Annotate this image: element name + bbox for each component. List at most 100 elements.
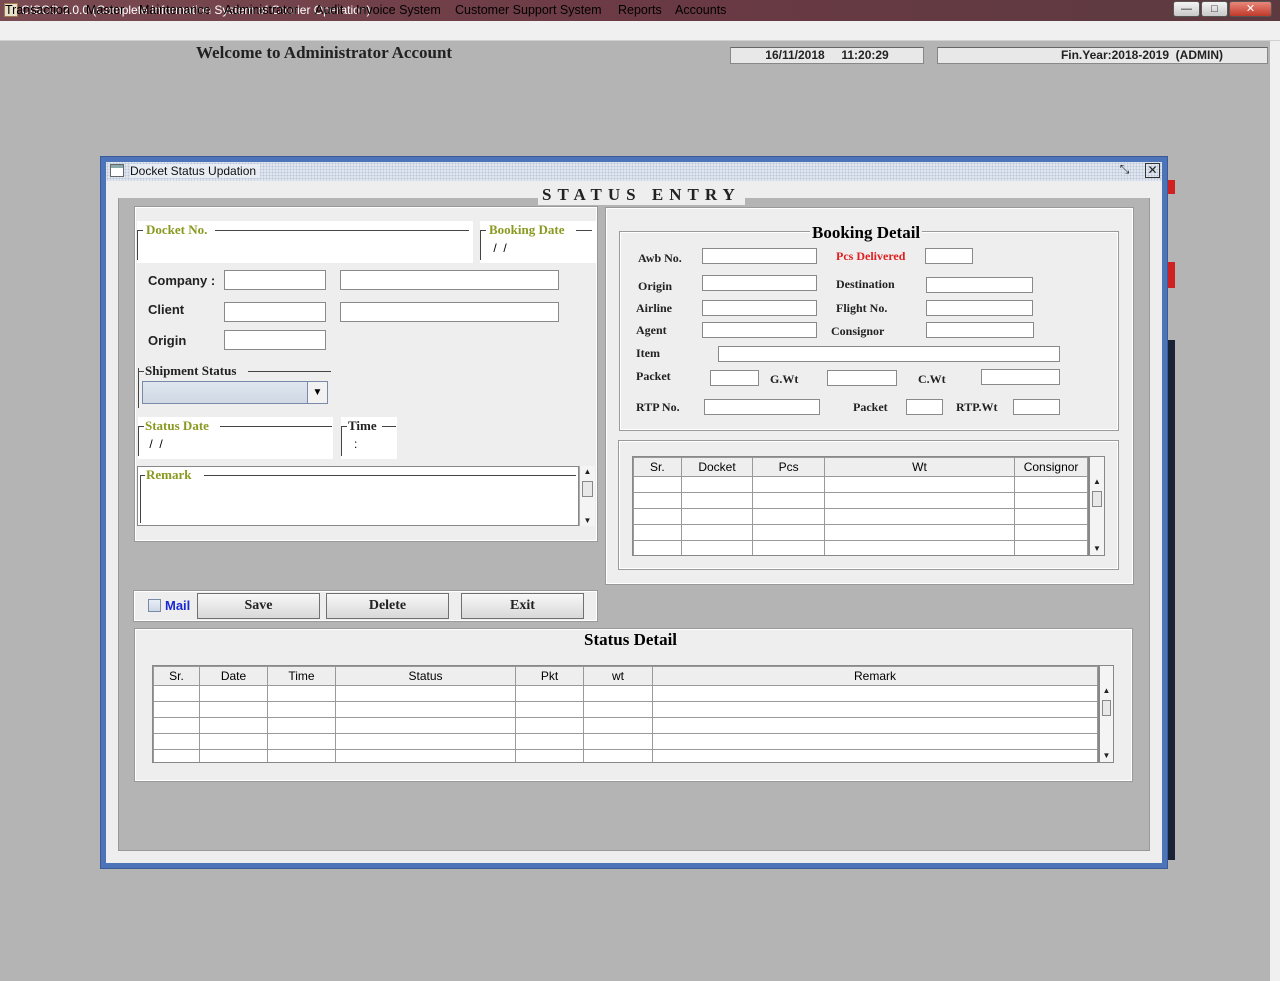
frame-close-icon[interactable]: ✕ (1145, 163, 1160, 178)
shipment-status-label: Shipment Status (145, 363, 237, 378)
minimize-button[interactable]: — (1173, 1, 1200, 17)
booking-date-label: Booking Date (489, 222, 565, 237)
cwt-input[interactable] (981, 369, 1060, 385)
origin-input[interactable] (224, 330, 326, 350)
docket-table: Sr. Docket Pcs Wt Consignor (632, 456, 1089, 556)
menu-accounts[interactable]: Accounts (675, 3, 726, 17)
table-row[interactable] (153, 701, 1098, 718)
col-time[interactable]: Time (267, 666, 336, 686)
background-window-strip (1168, 340, 1175, 860)
rtp-wt-input[interactable] (1013, 399, 1060, 415)
agent-label: Agent (636, 323, 667, 337)
col-pkt[interactable]: Pkt (515, 666, 584, 686)
remark-label: Remark (146, 467, 192, 482)
scroll-up-icon: ▲ (1102, 686, 1111, 695)
status-detail-title: Status Detail (584, 630, 678, 649)
menu-maintenance[interactable]: Maintenance (139, 3, 211, 17)
client-label: Client (148, 302, 185, 317)
status-date-label: Status Date (145, 418, 209, 433)
rtp-wt-label: RTP.Wt (956, 400, 998, 414)
client-code-input[interactable] (224, 302, 326, 322)
packet-input[interactable] (710, 370, 759, 386)
table-row[interactable] (633, 508, 1088, 525)
awb-no-input[interactable] (702, 248, 817, 264)
company-label: Company : (148, 273, 216, 288)
time-label: Time (348, 418, 377, 433)
table-row[interactable] (633, 492, 1088, 509)
table-row[interactable] (633, 476, 1088, 493)
col-docket[interactable]: Docket (680, 457, 754, 477)
menu-administrator[interactable]: Administrator (224, 3, 298, 17)
item-input[interactable] (718, 346, 1060, 362)
save-button[interactable]: Save (197, 593, 320, 619)
col-remark[interactable]: Remark (652, 666, 1098, 686)
close-button[interactable]: ✕ (1229, 1, 1272, 17)
welcome-text: Welcome to Administrator Account (196, 43, 453, 62)
col-wt[interactable]: wt (583, 666, 653, 686)
col-status[interactable]: Status (335, 666, 516, 686)
packet2-label: Packet (853, 400, 888, 414)
agent-input[interactable] (702, 322, 817, 338)
gwt-label: G.Wt (770, 372, 799, 386)
gwt-input[interactable] (827, 370, 897, 386)
table-row[interactable] (633, 524, 1088, 541)
menu-reports[interactable]: Reports (618, 3, 662, 17)
shipment-status-select[interactable]: ▼ (142, 381, 328, 404)
menu-invoice-system[interactable]: Invoice System (356, 3, 441, 17)
scroll-down-icon: ▼ (1102, 751, 1111, 760)
destination-input[interactable] (926, 277, 1033, 293)
cwt-label: C.Wt (918, 372, 946, 386)
maximize-button[interactable]: □ (1201, 1, 1228, 17)
booking-date-value: / / (490, 241, 507, 255)
table-row[interactable] (633, 540, 1088, 555)
col-pcs[interactable]: Pcs (752, 457, 825, 477)
scroll-up-icon: ▲ (583, 467, 592, 476)
exit-button[interactable]: Exit (461, 593, 584, 619)
remark-scrollbar[interactable]: ▲ ▼ (579, 466, 595, 526)
col-wt[interactable]: Wt (823, 457, 1016, 477)
pcs-delivered-input[interactable] (925, 248, 973, 264)
menu-customer-support-system[interactable]: Customer Support System (455, 3, 602, 17)
menu-master[interactable]: Master (86, 3, 124, 17)
flight-no-label: Flight No. (836, 301, 888, 315)
restore-icon[interactable]: ⤡ (1117, 163, 1132, 178)
col-sr[interactable]: Sr. (153, 666, 200, 686)
col-consignor[interactable]: Consignor (1014, 457, 1088, 477)
booking-detail-title: Booking Detail (810, 223, 923, 243)
remark-textarea[interactable] (137, 466, 579, 526)
table-row[interactable] (153, 685, 1098, 702)
scroll-down-icon: ▼ (583, 516, 592, 525)
consignor-label: Consignor (831, 324, 885, 338)
consignor-input[interactable] (926, 322, 1034, 338)
menu-audit[interactable]: Audit (315, 3, 344, 17)
col-sr[interactable]: Sr. (633, 457, 682, 477)
table-row[interactable] (153, 733, 1098, 750)
flight-no-input[interactable] (926, 300, 1033, 316)
airline-label: Airline (636, 301, 672, 315)
mail-label: Mail (165, 598, 191, 613)
table-row[interactable] (153, 717, 1098, 734)
mail-checkbox[interactable] (148, 599, 161, 612)
awb-no-label: Awb No. (638, 251, 682, 265)
status-date-value: / / (146, 437, 163, 451)
rtp-no-input[interactable] (704, 399, 820, 415)
menu-transaction[interactable]: Transaction (5, 3, 70, 17)
booking-origin-label: Origin (638, 279, 673, 293)
chevron-down-icon[interactable]: ▼ (307, 382, 327, 403)
status-detail-scrollbar[interactable]: ▲ ▼ (1099, 665, 1114, 763)
packet2-input[interactable] (906, 399, 943, 415)
scroll-down-icon: ▼ (1093, 544, 1101, 553)
background-window-strip (1168, 180, 1175, 194)
docket-table-scrollbar[interactable]: ▲ ▼ (1089, 456, 1105, 556)
rtp-no-label: RTP No. (636, 400, 680, 414)
time-value: : (354, 437, 358, 451)
delete-button[interactable]: Delete (326, 593, 449, 619)
col-date[interactable]: Date (199, 666, 268, 686)
company-code-input[interactable] (224, 270, 326, 290)
background-window-strip (1168, 262, 1175, 288)
booking-origin-input[interactable] (702, 275, 817, 291)
client-name-input[interactable] (340, 302, 559, 322)
table-row[interactable] (153, 749, 1098, 762)
airline-input[interactable] (702, 300, 817, 316)
company-name-input[interactable] (340, 270, 559, 290)
